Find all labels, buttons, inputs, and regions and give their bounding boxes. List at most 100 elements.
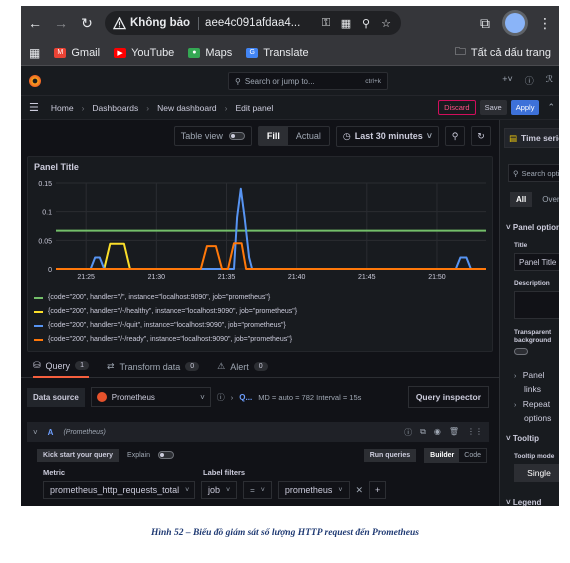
breadcrumb-home[interactable]: Home — [51, 103, 74, 113]
toggle-switch[interactable] — [228, 132, 245, 140]
menu-icon[interactable]: ⋮ — [537, 15, 553, 31]
tab-transform[interactable]: ⇄ Transform data 0 — [107, 356, 200, 378]
extensions-icon[interactable]: ⧉ — [477, 15, 493, 31]
help-icon[interactable]: ⓘ — [525, 74, 534, 87]
tab-alert[interactable]: ⚠ Alert 0 — [217, 356, 268, 378]
bookmark-translate[interactable]: G Translate — [246, 47, 309, 59]
bookmark-gmail[interactable]: M Gmail — [54, 47, 100, 59]
chevron-up-icon[interactable]: ⌃ — [543, 102, 559, 113]
discard-button[interactable]: Discard — [438, 100, 476, 115]
save-button[interactable]: Save — [479, 100, 507, 115]
reload-icon[interactable]: ↻ — [79, 15, 95, 31]
y-tick-label: 0.15 — [38, 181, 52, 188]
description-textarea[interactable] — [514, 291, 559, 319]
builder-option[interactable]: Builder — [425, 448, 460, 462]
actual-option[interactable]: Actual — [288, 127, 329, 145]
label-key-select[interactable]: job ˅ — [201, 481, 238, 499]
query-options-meta: MD = auto = 782 Interval = 15s — [258, 392, 362, 402]
profile-icon[interactable] — [505, 13, 525, 33]
refresh-icon[interactable]: ↻ — [471, 126, 491, 146]
apply-button[interactable]: Apply — [510, 100, 540, 115]
query-row-header: ˅ A (Prometheus) ⓘ ⧉ ◉ 🗑 ⋮⋮ — [27, 422, 489, 442]
translate-icon[interactable]: ▦ — [339, 17, 353, 30]
legend-item[interactable]: {code="200", handler="/-/ready", instanc… — [34, 333, 297, 347]
back-icon[interactable]: ← — [27, 15, 43, 31]
query-options-chevron-icon[interactable]: › — [231, 393, 234, 402]
legend-swatch — [34, 297, 43, 299]
panel-title[interactable]: Panel Title — [34, 162, 79, 172]
data-source-picker[interactable]: Prometheus ˅ — [90, 387, 211, 407]
duplicate-icon[interactable]: ⧉ — [420, 427, 426, 438]
transparent-toggle[interactable] — [514, 348, 528, 355]
rss-icon[interactable]: ℛ — [546, 74, 553, 87]
query-datasource-name: (Prometheus) — [63, 428, 106, 436]
table-view-toggle[interactable]: Table view — [173, 126, 252, 146]
section-label: Repeat — [522, 399, 551, 409]
y-tick-label: 0 — [48, 267, 52, 274]
metric-select[interactable]: prometheus_http_requests_total ˅ — [43, 481, 195, 499]
label-operator-select[interactable]: = ˅ — [243, 481, 272, 499]
star-icon[interactable]: ☆ — [379, 17, 393, 30]
tab-query[interactable]: ⛁ Query 1 — [33, 356, 89, 378]
eye-icon[interactable]: ◉ — [434, 427, 441, 438]
breadcrumb-new-dashboard[interactable]: New dashboard — [157, 103, 217, 113]
grafana-logo-icon[interactable] — [29, 74, 41, 87]
chevron-down-icon: ˅ — [338, 486, 343, 494]
options-search-input[interactable]: ⚲ Search optio — [508, 164, 559, 182]
bookmark-youtube[interactable]: ▶ YouTube — [114, 47, 174, 59]
plus-icon[interactable]: +˅ — [502, 74, 513, 87]
security-warning[interactable]: Không bảo — [113, 16, 200, 30]
legend-section[interactable]: ˅ Legend — [506, 498, 541, 506]
explain-label: Explain — [127, 451, 150, 459]
explain-toggle[interactable] — [158, 451, 174, 459]
chevron-down-icon: ˅ — [506, 498, 511, 506]
legend-item[interactable]: {code="200", handler="/-/healthy", insta… — [34, 305, 297, 319]
trash-icon[interactable]: 🗑 — [449, 427, 459, 438]
zoom-icon[interactable]: ⚲ — [359, 17, 373, 30]
all-bookmarks[interactable]: 🗀 Tất cả dấu trang — [455, 43, 551, 62]
chevron-down-icon: ˅ — [506, 434, 511, 443]
tab-all[interactable]: All — [510, 192, 533, 207]
drag-handle-icon[interactable]: ⋮⋮ — [467, 427, 483, 438]
time-range-picker[interactable]: ◷ Last 30 minutes ˅ — [335, 125, 439, 147]
apps-icon[interactable]: ▦ — [29, 46, 40, 60]
panel-links-section[interactable]: › Panel links — [514, 369, 544, 395]
remove-filter-icon[interactable]: ✕ — [356, 485, 364, 496]
search-input[interactable]: ⚲ Search or jump to... ctrl+k — [228, 72, 388, 90]
add-filter-icon[interactable]: + — [369, 481, 387, 499]
address-bar[interactable]: Không bảo aee4c091afdaa4... ⚿ ▦ ⚲ ☆ — [105, 11, 401, 35]
forward-icon[interactable]: → — [53, 15, 69, 31]
legend-item[interactable]: {code="200", handler="/", instance="loca… — [34, 291, 297, 305]
code-option[interactable]: Code — [459, 449, 486, 462]
breadcrumb-dashboards[interactable]: Dashboards — [92, 103, 138, 113]
help-icon[interactable]: ⓘ — [404, 427, 412, 438]
metric-value: prometheus_http_requests_total — [50, 485, 180, 495]
time-series-chart: 0.15 0.1 0.05 0 21:25 21:30 21:35 21:40 21:45 21:… — [38, 181, 486, 281]
panel-options-section[interactable]: ˅ Panel options — [506, 223, 559, 232]
menu-toggle-icon[interactable]: ☰ — [29, 101, 39, 114]
query-ref-id[interactable]: A — [48, 428, 54, 437]
options-search-placeholder: Search optio — [521, 168, 560, 178]
title-input[interactable]: Panel Title — [514, 253, 559, 271]
fill-option[interactable]: Fill — [258, 127, 288, 145]
legend-item[interactable]: {code="200", handler="/-/quit", instance… — [34, 319, 297, 333]
info-icon[interactable]: ⓘ — [217, 392, 225, 403]
repeat-options-section[interactable]: › Repeat options — [514, 398, 551, 424]
chevron-right-icon: › — [514, 373, 517, 380]
chevron-down-icon: ˅ — [426, 131, 432, 141]
zoom-out-icon[interactable]: ⚲ — [445, 126, 465, 146]
visualization-picker[interactable]: ▤ Time series — [504, 128, 559, 148]
kick-start-button[interactable]: Kick start your query — [37, 448, 120, 462]
run-queries-button[interactable]: Run queries — [363, 448, 417, 462]
query-options-button[interactable]: Q... — [239, 393, 252, 402]
bookmark-maps[interactable]: ● Maps — [188, 47, 232, 59]
key-icon[interactable]: ⚿ — [319, 17, 333, 30]
tab-count: 0 — [253, 362, 268, 371]
query-inspector-button[interactable]: Query inspector — [407, 386, 489, 408]
label-value-select[interactable]: prometheus ˅ — [277, 481, 350, 499]
tooltip-section[interactable]: ˅ Tooltip — [506, 434, 539, 443]
all-bookmarks-label: Tất cả dấu trang — [470, 46, 551, 59]
tooltip-mode-single[interactable]: Single — [514, 464, 559, 482]
collapse-chevron-icon[interactable]: ˅ — [33, 428, 38, 437]
tab-overrides[interactable]: Overri — [542, 192, 559, 207]
